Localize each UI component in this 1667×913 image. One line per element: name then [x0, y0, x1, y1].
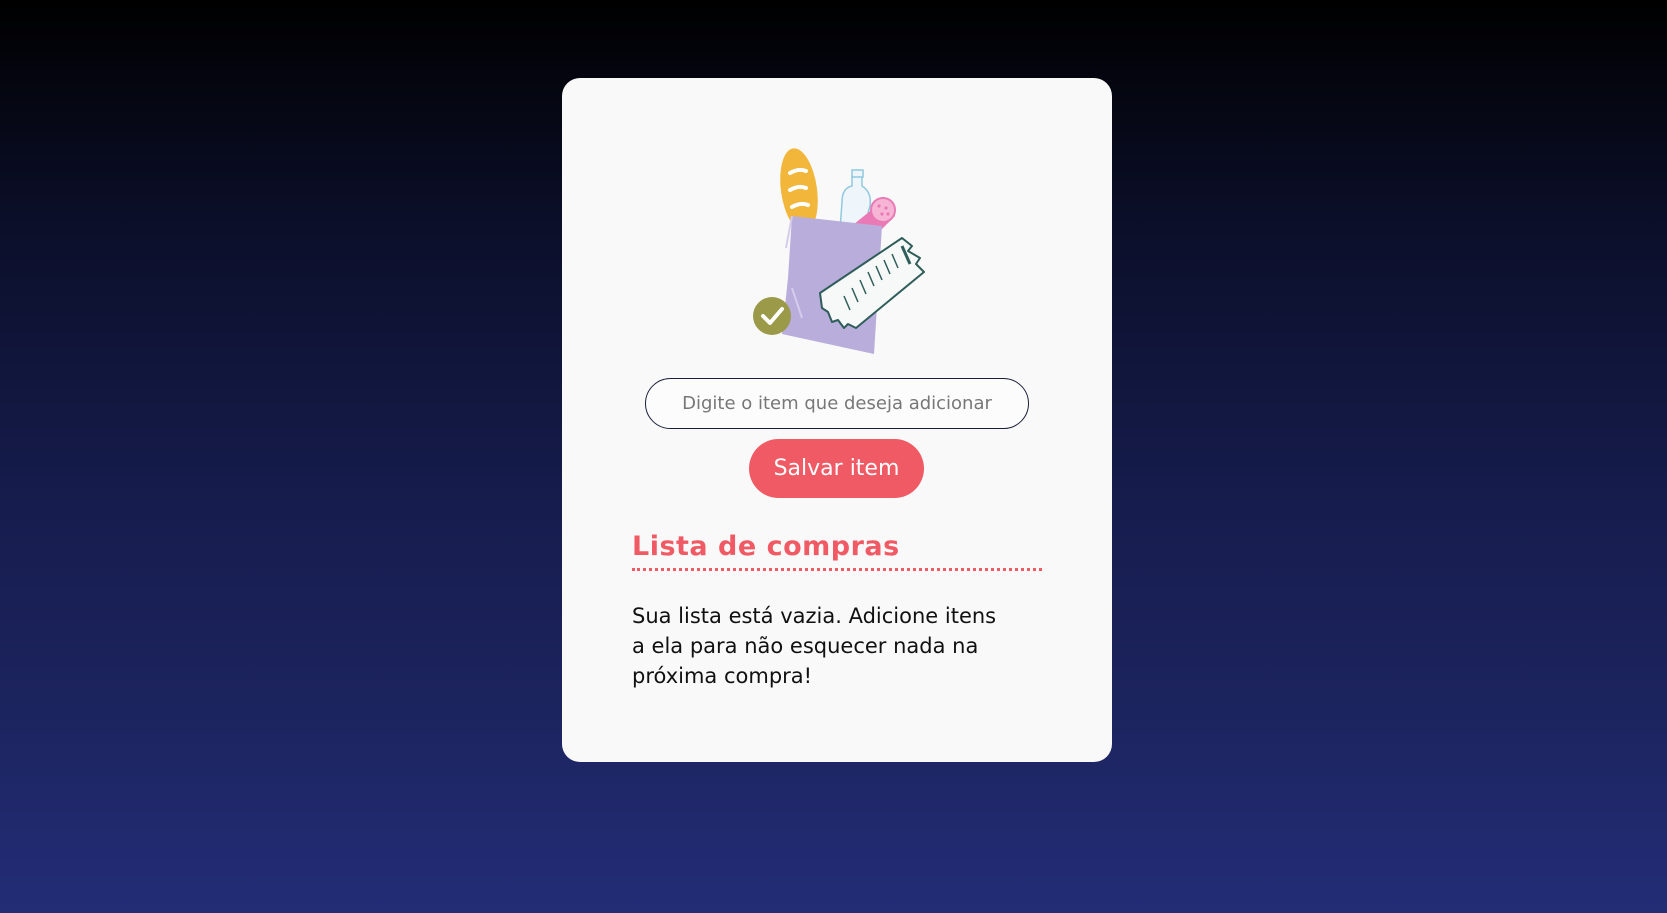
empty-list-message: Sua lista está vazia. Adicione itens a e… — [632, 604, 997, 688]
shopping-list-card: Salvar item Lista de compras Sua lista e… — [562, 78, 1112, 762]
item-input[interactable] — [645, 378, 1029, 429]
list-title: Lista de compras — [632, 531, 900, 562]
list-divider — [632, 568, 1042, 571]
grocery-bag-icon — [752, 148, 942, 354]
check-badge-icon — [753, 297, 791, 335]
save-item-button[interactable]: Salvar item — [749, 439, 924, 498]
